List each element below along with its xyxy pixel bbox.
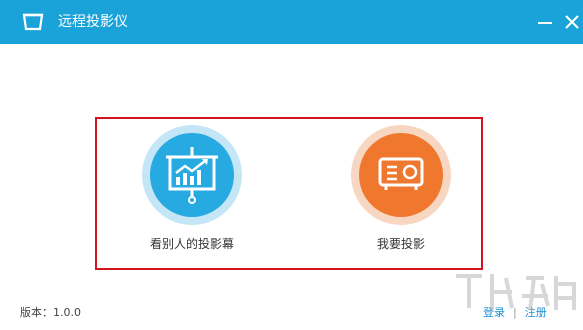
window-title: 远程投影仪 — [58, 14, 128, 30]
version-text: 版本：1.0.0 — [20, 306, 81, 319]
start-projecting-label[interactable]: 我要投影 — [366, 235, 436, 252]
presentation-chart-icon — [166, 147, 218, 204]
watermark-logo — [456, 274, 576, 311]
view-others-circle — [150, 133, 234, 217]
title-bar: 远程投影仪 — [0, 0, 583, 44]
start-projecting-circle — [359, 133, 443, 217]
minimize-icon[interactable] — [534, 11, 556, 33]
view-others-label[interactable]: 看别人的投影幕 — [146, 235, 238, 252]
start-projecting-button[interactable] — [351, 125, 451, 225]
screen-frame-icon — [22, 13, 44, 31]
projector-icon — [378, 157, 424, 190]
close-icon[interactable] — [563, 11, 581, 33]
view-others-screen-button[interactable] — [142, 125, 242, 225]
